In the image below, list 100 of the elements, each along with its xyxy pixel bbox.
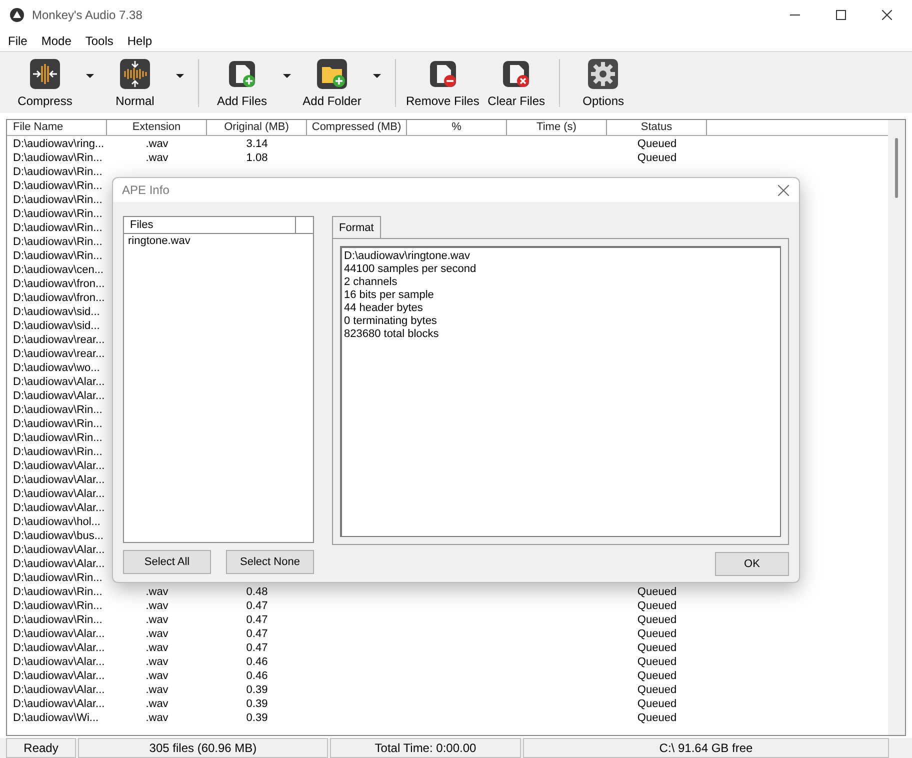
table-cell: .wav [146,684,168,696]
table-cell: 0.39 [246,684,268,696]
compress-icon [29,58,61,90]
menu-item[interactable]: Mode [41,32,72,50]
table-cell: D:\audiowav\Rin... [13,614,102,626]
table-cell: 1.08 [246,152,268,164]
dropdown-caret-icon[interactable] [373,74,381,78]
table-cell: Queued [637,138,677,150]
table-cell: 3.14 [246,138,268,150]
column-header[interactable]: Files [124,217,296,233]
table-cell: .wav [146,698,168,710]
table-cell: D:\audiowav\fron... [13,278,105,290]
toolbar-button[interactable]: Remove Files [404,58,482,108]
table-cell: D:\audiowav\Rin... [13,446,102,458]
toolbar-button[interactable]: Normal [100,58,190,108]
file-list[interactable]: Files ringtone.wav [123,216,314,543]
table-cell: Queued [637,656,677,668]
table-cell: Queued [637,698,677,710]
gear-icon [587,58,620,90]
table-cell: D:\audiowav\Alar... [13,558,105,570]
table-cell: 0.47 [246,614,268,626]
table-cell: .wav [146,138,168,150]
table-cell: .wav [146,642,168,654]
table-cell: D:\audiowav\rear... [13,334,105,346]
ok-button[interactable]: OK [715,552,789,576]
table-cell: Queued [637,670,677,682]
table-cell: Queued [637,152,677,164]
table-cell: .wav [146,152,168,164]
status-bar-pane: 305 files (60.96 MB) [78,738,328,758]
table-cell: 0.39 [246,712,268,724]
table-cell: D:\audiowav\Alar... [13,488,105,500]
info-text-area[interactable]: D:\audiowav\ringtone.wav 44100 samples per second 2 channels 16 bits per sample 44 header bytes 0 terminating bytes 823680 total blocks [340,246,781,537]
table-cell: D:\audiowav\Alar... [13,698,105,710]
table-cell: D:\audiowav\Alar... [13,502,105,514]
table-cell: D:\audiowav\Alar... [13,376,105,388]
table-cell: .wav [146,628,168,640]
table-cell: D:\audiowav\Rin... [13,572,102,584]
dropdown-caret-icon[interactable] [176,74,184,78]
toolbar-button[interactable]: Add Folder [297,58,387,108]
table-cell: D:\audiowav\sid... [13,306,100,318]
table-cell: D:\audiowav\cen... [13,264,104,276]
dialog-button[interactable]: Select None [226,550,314,574]
info-line: 44100 samples per second [344,263,476,276]
dropdown-caret-icon[interactable] [283,74,291,78]
table-cell: D:\audiowav\Wi... [13,712,99,724]
table-cell: .wav [146,656,168,668]
status-bar-pane: C:\ 91.64 GB free [523,738,889,758]
table-cell: D:\audiowav\Rin... [13,194,102,206]
dialog-button[interactable]: Select All [123,550,211,574]
info-line: 0 terminating bytes [344,315,437,328]
waveform-icon [119,58,151,90]
info-line: 823680 total blocks [344,328,439,341]
tab[interactable]: Format [332,216,381,238]
file-list-item[interactable]: ringtone.wav [124,234,313,248]
table-cell: Queued [637,642,677,654]
table-cell: D:\audiowav\hol... [13,516,100,528]
info-line: 44 header bytes [344,302,423,315]
table-cell: Queued [637,614,677,626]
table-cell: D:\audiowav\Rin... [13,600,102,612]
toolbar-button[interactable]: Compress [10,58,100,108]
table-cell: .wav [146,712,168,724]
table-cell: Queued [637,600,677,612]
app-logo-icon [10,8,24,22]
table-cell: D:\audiowav\Alar... [13,684,105,696]
table-cell: D:\audiowav\wo... [13,362,100,374]
menu-item[interactable]: Help [127,32,152,50]
maximize-icon[interactable] [836,10,846,20]
table-cell: 0.39 [246,698,268,710]
table-cell: .wav [146,670,168,682]
scrollbar[interactable] [888,120,905,735]
table-cell: D:\audiowav\Rin... [13,222,102,234]
table-cell: D:\audiowav\Rin... [13,236,102,248]
status-bar-pane: Total Time: 0:00.00 [330,738,521,758]
table-cell: D:\audiowav\Alar... [13,544,105,556]
close-icon[interactable] [778,184,789,196]
info-line: 16 bits per sample [344,289,434,302]
table-cell: D:\audiowav\Rin... [13,418,102,430]
table-cell: D:\audiowav\Alar... [13,628,105,640]
table-cell: D:\audiowav\fron... [13,292,105,304]
info-line: 2 channels [344,276,398,289]
table-cell: D:\audiowav\Rin... [13,152,102,164]
table-cell: D:\audiowav\Rin... [13,404,102,416]
dropdown-caret-icon[interactable] [86,74,94,78]
menu-item[interactable]: Tools [85,32,114,50]
scrollbar-thumb[interactable] [895,138,898,198]
menu-item[interactable]: File [8,32,28,50]
close-icon[interactable] [882,10,892,20]
toolbar-button[interactable]: Clear Files [481,58,552,108]
table-cell: D:\audiowav\ring... [13,138,104,150]
table-cell: .wav [146,586,168,598]
table-cell: D:\audiowav\rear... [13,348,105,360]
toolbar-button[interactable]: Options [568,58,638,108]
table-cell: 0.46 [246,656,268,668]
table-cell: D:\audiowav\Rin... [13,250,102,262]
table-cell: D:\audiowav\Rin... [13,180,102,192]
toolbar-button[interactable]: Add Files [207,58,297,108]
add-folder-icon [316,58,348,90]
table-cell: D:\audiowav\Alar... [13,460,105,472]
table-cell: D:\audiowav\Alar... [13,390,105,402]
table-cell: D:\audiowav\Rin... [13,586,102,598]
